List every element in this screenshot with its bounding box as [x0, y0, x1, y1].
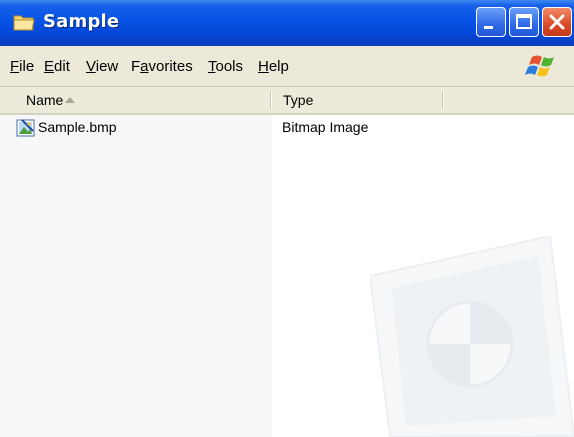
picture-watermark-icon [370, 236, 574, 437]
window-title: Sample [43, 11, 120, 32]
column-header-bar: Name Type [0, 87, 574, 115]
file-row[interactable]: Sample.bmp Bitmap Image [0, 115, 574, 141]
column-divider[interactable] [442, 91, 444, 109]
close-icon [549, 14, 565, 30]
minimize-icon [484, 26, 493, 29]
close-button[interactable] [542, 7, 572, 37]
menu-favorites[interactable]: Favorites [131, 58, 193, 75]
minimize-button[interactable] [476, 7, 506, 37]
menu-help[interactable]: Help [258, 58, 289, 75]
menu-view[interactable]: View [86, 58, 118, 75]
maximize-button[interactable] [509, 7, 539, 37]
file-list[interactable]: Sample.bmp Bitmap Image [0, 115, 574, 437]
folder-icon [13, 15, 35, 31]
name-column-background [0, 115, 272, 437]
sort-ascending-icon [65, 97, 75, 103]
menu-edit[interactable]: Edit [44, 58, 70, 75]
file-name: Sample.bmp [38, 119, 117, 135]
windows-logo-icon [525, 55, 554, 77]
column-header-name[interactable]: Name [0, 87, 270, 113]
title-bar[interactable]: Sample [0, 0, 574, 46]
maximize-icon [516, 14, 532, 29]
menu-bar: File Edit View Favorites Tools Help [0, 46, 574, 87]
menu-file[interactable]: File [10, 58, 34, 75]
file-type: Bitmap Image [282, 119, 369, 135]
menu-tools[interactable]: Tools [208, 58, 243, 75]
bitmap-file-icon [16, 119, 35, 137]
column-header-type[interactable]: Type [272, 87, 442, 113]
